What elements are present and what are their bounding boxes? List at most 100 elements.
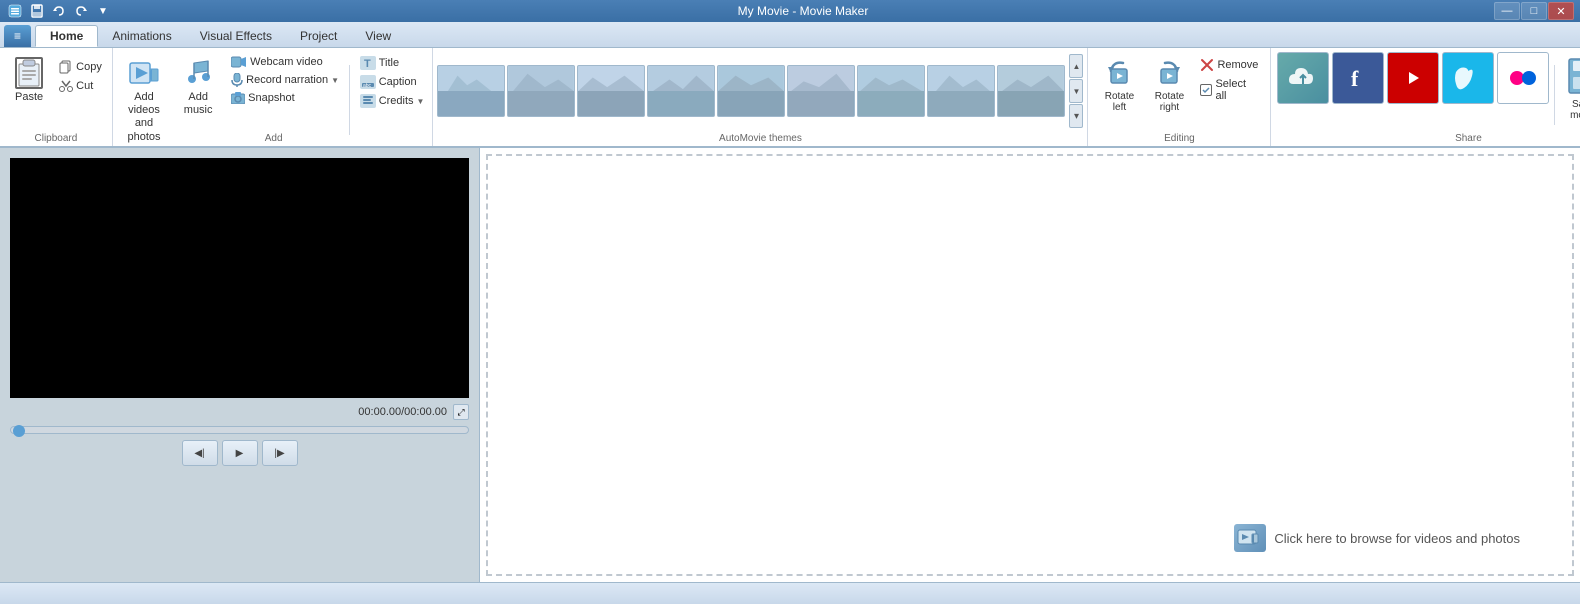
add-music-button[interactable]: Add music — [173, 52, 223, 122]
save-movie-label: Save movie — [1570, 99, 1580, 121]
snapshot-button[interactable]: Snapshot — [227, 90, 343, 106]
add-videos-photos-icon — [128, 57, 160, 89]
theme-thumb-9[interactable] — [997, 65, 1065, 117]
title-button[interactable]: T Title — [356, 54, 429, 72]
quick-save-button[interactable] — [28, 2, 46, 20]
rotate-left-button[interactable]: Rotate left — [1096, 52, 1142, 118]
tab-visual-effects[interactable]: Visual Effects — [186, 25, 286, 47]
tab-animations[interactable]: Animations — [98, 25, 185, 47]
share-divider — [1554, 65, 1555, 125]
add-group-label: Add — [114, 133, 434, 144]
expand-preview-button[interactable]: ⤢ — [453, 404, 469, 420]
themes-scroll-up[interactable]: ▲ — [1069, 54, 1083, 78]
rotate-left-icon — [1103, 57, 1135, 89]
window-controls: — □ ✕ — [1494, 2, 1574, 20]
ribbon-tabs-bar: ≡ Home Animations Visual Effects Project… — [0, 22, 1580, 48]
share-group-label: Share — [1271, 133, 1580, 144]
clipboard-group: Paste Copy Cut Clipboard — [0, 48, 113, 146]
play-pause-button[interactable]: ▶ — [222, 440, 258, 466]
tab-project[interactable]: Project — [286, 25, 351, 47]
add-secondary-buttons: Webcam video Record narration ▼ Snapshot — [227, 52, 343, 106]
select-all-button[interactable]: Select all — [1196, 76, 1262, 104]
share-vimeo-button[interactable] — [1442, 52, 1494, 104]
ribbon: Paste Copy Cut Clipboard — [0, 48, 1580, 148]
theme-thumb-5[interactable] — [717, 65, 785, 117]
theme-thumb-2[interactable] — [507, 65, 575, 117]
text-add-buttons: T Title abc Caption Credits ▼ — [356, 52, 429, 110]
remove-select-col: Remove Select all — [1196, 52, 1262, 104]
video-preview — [10, 158, 469, 398]
time-counter: 00:00.00/00:00.00 — [358, 406, 447, 418]
editing-group: Rotate left Rotate right — [1088, 48, 1271, 146]
caption-button[interactable]: abc Caption — [356, 73, 429, 91]
themes-scroll-buttons: ▲ ▼ ▾ — [1069, 54, 1083, 128]
credits-button[interactable]: Credits ▼ — [356, 92, 429, 110]
clipboard-group-label: Clipboard — [0, 133, 112, 144]
tab-home[interactable]: Home — [35, 25, 98, 47]
paste-button[interactable]: Paste — [6, 52, 52, 108]
remove-button[interactable]: Remove — [1196, 56, 1262, 74]
app-menu-tab[interactable]: ≡ — [4, 25, 31, 47]
next-frame-button[interactable]: |▶ — [262, 440, 298, 466]
paste-label: Paste — [15, 91, 43, 103]
status-bar — [0, 582, 1580, 604]
add-group: Add videos and photos Add music — [113, 48, 434, 146]
theme-thumb-1[interactable] — [437, 65, 505, 117]
browse-hint[interactable]: Click here to browse for videos and phot… — [1234, 524, 1520, 552]
quick-access-dropdown[interactable]: ▼ — [94, 2, 112, 20]
playback-controls: ◀| ▶ |▶ — [10, 440, 469, 466]
prev-frame-button[interactable]: ◀| — [182, 440, 218, 466]
share-cloud-button[interactable] — [1277, 52, 1329, 104]
minimize-button[interactable]: — — [1494, 2, 1520, 20]
quick-undo-button[interactable] — [50, 2, 68, 20]
theme-thumb-7[interactable] — [857, 65, 925, 117]
rotate-left-label: Rotate left — [1105, 91, 1134, 113]
select-all-checkbox-icon — [1200, 84, 1212, 96]
rotate-right-icon — [1153, 57, 1185, 89]
svg-text:f: f — [1351, 66, 1359, 91]
storyboard-panel: Click here to browse for videos and phot… — [480, 148, 1580, 582]
svg-text:abc: abc — [363, 83, 372, 89]
automovie-themes-label: AutoMovie themes — [433, 133, 1087, 144]
credits-arrow: ▼ — [417, 97, 425, 106]
timeline-scrubber[interactable] — [10, 426, 469, 434]
preview-panel: 00:00.00/00:00.00 ⤢ ◀| ▶ |▶ — [0, 148, 480, 582]
rotate-right-label: Rotate right — [1155, 91, 1184, 113]
window-title: My Movie - Movie Maker — [116, 4, 1490, 18]
cut-button[interactable]: Cut — [55, 77, 106, 95]
share-facebook-button[interactable]: f — [1332, 52, 1384, 104]
share-flickr-button[interactable] — [1497, 52, 1549, 104]
add-music-icon — [182, 57, 214, 89]
webcam-video-button[interactable]: Webcam video — [227, 54, 343, 70]
time-display: 00:00.00/00:00.00 ⤢ — [10, 404, 469, 420]
browse-icon — [1234, 524, 1266, 552]
svg-text:T: T — [364, 58, 371, 70]
timeline-handle[interactable] — [13, 425, 25, 437]
theme-thumb-8[interactable] — [927, 65, 995, 117]
storyboard-content[interactable] — [486, 154, 1574, 576]
title-bar: ▼ My Movie - Movie Maker — □ ✕ — [0, 0, 1580, 22]
theme-thumb-6[interactable] — [787, 65, 855, 117]
tab-view[interactable]: View — [351, 25, 405, 47]
add-divider — [349, 65, 350, 135]
save-movie-button[interactable]: Save movie ▼ — [1560, 52, 1580, 137]
clipboard-secondary-buttons: Copy Cut — [55, 52, 106, 95]
share-youtube-button[interactable] — [1387, 52, 1439, 104]
main-content: 00:00.00/00:00.00 ⤢ ◀| ▶ |▶ Click here t… — [0, 148, 1580, 582]
automovie-themes-group: ▲ ▼ ▾ AutoMovie themes — [433, 48, 1088, 146]
theme-thumb-3[interactable] — [577, 65, 645, 117]
close-button[interactable]: ✕ — [1548, 2, 1574, 20]
themes-scroll-down[interactable]: ▼ — [1069, 79, 1083, 103]
rotate-right-button[interactable]: Rotate right — [1146, 52, 1192, 118]
maximize-button[interactable]: □ — [1521, 2, 1547, 20]
copy-button[interactable]: Copy — [55, 58, 106, 76]
add-music-label: Add music — [184, 91, 213, 117]
editing-group-label: Editing — [1088, 133, 1270, 144]
quick-redo-button[interactable] — [72, 2, 90, 20]
record-narration-button[interactable]: Record narration ▼ — [227, 71, 343, 89]
browse-hint-text: Click here to browse for videos and phot… — [1274, 531, 1520, 546]
themes-more[interactable]: ▾ — [1069, 104, 1083, 128]
share-group: f — [1271, 48, 1580, 146]
app-menu-button[interactable] — [6, 2, 24, 20]
theme-thumb-4[interactable] — [647, 65, 715, 117]
